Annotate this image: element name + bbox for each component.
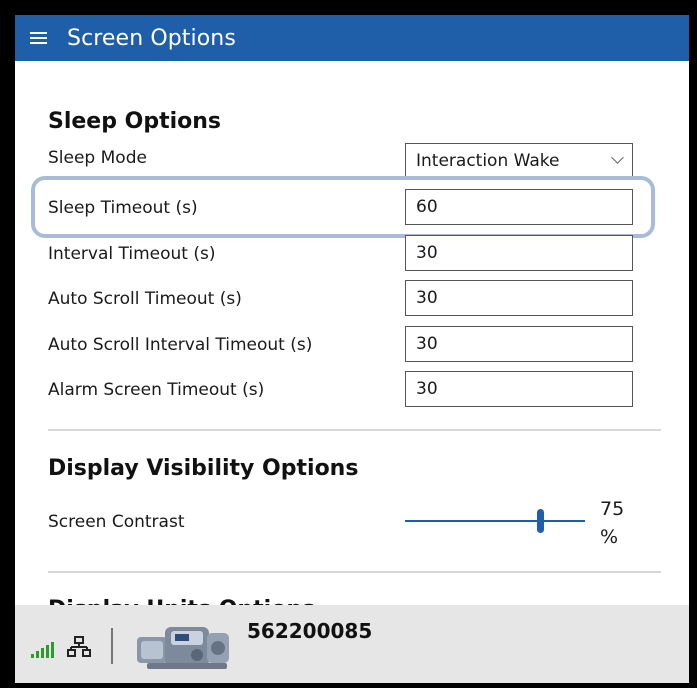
screen-contrast-slider-track[interactable] <box>405 520 585 522</box>
sleep-mode-select[interactable]: Interaction Wake <box>405 143 633 179</box>
signal-bars-icon <box>31 642 57 658</box>
actuator-device-image <box>135 617 235 673</box>
alarm-screen-timeout-label: Alarm Screen Timeout (s) <box>48 380 265 400</box>
sleep-mode-label: Sleep Mode <box>48 148 147 168</box>
menu-button[interactable] <box>15 15 61 61</box>
screen-contrast-value-number: 75 <box>600 498 625 520</box>
screen-contrast-unit: % <box>600 526 619 548</box>
screen-frame: Screen Options Sleep Options Sleep Mode … <box>0 0 697 688</box>
screen-contrast-value: 75 % <box>600 495 640 551</box>
auto-scroll-timeout-label: Auto Scroll Timeout (s) <box>48 289 242 309</box>
screen-contrast-slider-thumb[interactable] <box>536 509 544 533</box>
sleep-options-heading: Sleep Options <box>48 109 222 134</box>
auto-scroll-interval-timeout-input[interactable]: 30 <box>405 326 633 362</box>
app-window: Screen Options Sleep Options Sleep Mode … <box>15 15 689 683</box>
page-title: Screen Options <box>67 25 236 51</box>
screen-contrast-label: Screen Contrast <box>48 512 185 532</box>
options-content[interactable]: Sleep Options Sleep Mode Interaction Wak… <box>15 61 689 605</box>
interval-timeout-label: Interval Timeout (s) <box>48 244 216 264</box>
sleep-mode-value: Interaction Wake <box>416 151 560 171</box>
title-bar: Screen Options <box>15 15 689 61</box>
chevron-down-icon <box>611 151 624 164</box>
display-visibility-heading: Display Visibility Options <box>48 456 359 481</box>
interval-timeout-input[interactable]: 30 <box>405 235 633 271</box>
status-bar: 562200085 <box>15 605 689 683</box>
sleep-timeout-label: Sleep Timeout (s) <box>48 198 198 218</box>
sleep-timeout-input[interactable]: 60 <box>405 189 633 225</box>
auto-scroll-timeout-input[interactable]: 30 <box>405 280 633 316</box>
device-serial-number: 562200085 <box>247 619 373 643</box>
section-divider <box>48 429 661 431</box>
auto-scroll-interval-timeout-label: Auto Scroll Interval Timeout (s) <box>48 335 313 355</box>
hamburger-icon <box>29 32 47 44</box>
section-divider <box>48 571 661 573</box>
alarm-screen-timeout-input[interactable]: 30 <box>405 371 633 407</box>
display-units-heading: Display Units Options <box>48 597 315 605</box>
status-separator <box>111 628 113 664</box>
network-icon <box>67 636 91 663</box>
